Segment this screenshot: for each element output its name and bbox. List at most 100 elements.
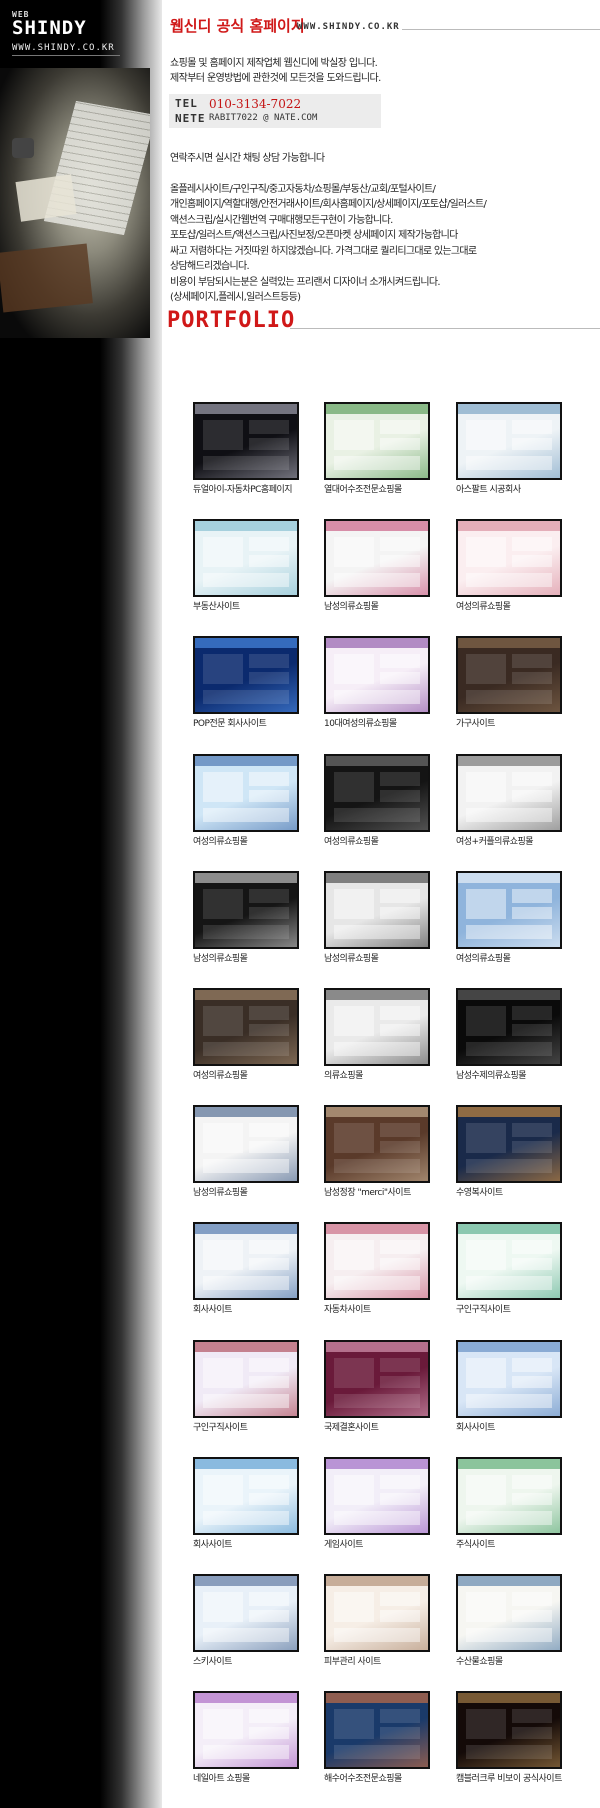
- portfolio-item[interactable]: 남성수제의류쇼핑몰: [456, 988, 562, 1081]
- portfolio-thumbnail[interactable]: [324, 1222, 430, 1300]
- thumb-content-block: [512, 1709, 552, 1723]
- brand-logo-text[interactable]: SHINDY: [12, 17, 87, 39]
- portfolio-item[interactable]: 10대여성의류쇼핑몰: [324, 636, 430, 729]
- portfolio-thumbnail[interactable]: [193, 1457, 299, 1535]
- portfolio-thumbnail[interactable]: [324, 754, 430, 832]
- thumb-header-bar: [326, 990, 428, 1000]
- portfolio-thumbnail[interactable]: [324, 871, 430, 949]
- portfolio-thumbnail[interactable]: [324, 519, 430, 597]
- portfolio-thumbnail[interactable]: [324, 1574, 430, 1652]
- portfolio-item[interactable]: 여성+커플의류쇼핑몰: [456, 754, 562, 847]
- portfolio-caption: 남성의류쇼핑몰: [324, 602, 379, 612]
- portfolio-item[interactable]: 수산물쇼핑몰: [456, 1574, 562, 1667]
- portfolio-item[interactable]: 주식사이트: [456, 1457, 562, 1550]
- portfolio-item[interactable]: POP전문 회사사이트: [193, 636, 299, 729]
- nete-value[interactable]: RABIT7022 @ NATE.COM: [209, 113, 317, 123]
- thumb-content-block: [334, 456, 420, 470]
- portfolio-thumbnail[interactable]: [193, 1105, 299, 1183]
- site-title: 웹신디 공식 홈페이지: [170, 17, 305, 35]
- thumb-header-bar: [458, 1224, 560, 1234]
- portfolio-item[interactable]: 피부관리 사이트: [324, 1574, 430, 1667]
- portfolio-thumbnail[interactable]: [193, 871, 299, 949]
- portfolio-item[interactable]: 자동차사이트: [324, 1222, 430, 1315]
- portfolio-item[interactable]: 여성의류쇼핑몰: [456, 519, 562, 612]
- portfolio-thumbnail[interactable]: [324, 1105, 430, 1183]
- portfolio-item[interactable]: 회사사이트: [193, 1222, 299, 1315]
- portfolio-caption: 여성의류쇼핑몰: [456, 602, 511, 612]
- thumb-content-block: [512, 1258, 552, 1270]
- portfolio-item[interactable]: 듀얼아이-자동차PC홈페이지: [193, 402, 299, 495]
- portfolio-item[interactable]: 스키사이트: [193, 1574, 299, 1667]
- portfolio-thumbnail[interactable]: [193, 988, 299, 1066]
- thumb-content-block: [203, 654, 243, 684]
- portfolio-caption: 남성수제의류쇼핑몰: [456, 1071, 527, 1081]
- portfolio-item[interactable]: 네일아트 쇼핑몰: [193, 1691, 299, 1784]
- portfolio-item[interactable]: 국제결혼사이트: [324, 1340, 430, 1433]
- portfolio-thumbnail[interactable]: [456, 519, 562, 597]
- portfolio-caption: 듀얼아이-자동차PC홈페이지: [193, 485, 293, 495]
- thumb-content-block: [249, 1610, 289, 1622]
- portfolio-thumbnail[interactable]: [193, 402, 299, 480]
- portfolio-thumbnail[interactable]: [456, 1105, 562, 1183]
- portfolio-thumbnail[interactable]: [456, 871, 562, 949]
- portfolio-item[interactable]: 회사사이트: [193, 1457, 299, 1550]
- portfolio-item[interactable]: 캠블러크루 비보이 공식사이트: [456, 1691, 562, 1784]
- portfolio-item[interactable]: 여성의류쇼핑몰: [193, 988, 299, 1081]
- portfolio-thumbnail[interactable]: [193, 519, 299, 597]
- thumb-header-bar: [458, 404, 560, 414]
- portfolio-thumbnail[interactable]: [456, 636, 562, 714]
- portfolio-item[interactable]: 남성의류쇼핑몰: [324, 871, 430, 964]
- thumb-content-block: [334, 1709, 374, 1739]
- portfolio-thumbnail[interactable]: [456, 402, 562, 480]
- portfolio-item[interactable]: 여성의류쇼핑몰: [456, 871, 562, 964]
- thumb-header-bar: [326, 521, 428, 531]
- portfolio-item[interactable]: 아스팔트 시공회사: [456, 402, 562, 495]
- portfolio-item[interactable]: 열대어수조전문쇼핑몰: [324, 402, 430, 495]
- portfolio-thumbnail[interactable]: [324, 636, 430, 714]
- portfolio-thumbnail[interactable]: [193, 1574, 299, 1652]
- portfolio-item[interactable]: 남성정장 "merci"사이트: [324, 1105, 430, 1198]
- portfolio-thumbnail[interactable]: [456, 1457, 562, 1535]
- portfolio-item[interactable]: 구인구직사이트: [193, 1340, 299, 1433]
- thumb-content-block: [334, 420, 374, 450]
- thumb-content-block: [203, 1358, 243, 1388]
- portfolio-thumbnail[interactable]: [324, 988, 430, 1066]
- portfolio-thumbnail[interactable]: [456, 1691, 562, 1769]
- portfolio-item[interactable]: 구인구직사이트: [456, 1222, 562, 1315]
- portfolio-item[interactable]: 부동산사이트: [193, 519, 299, 612]
- portfolio-item[interactable]: 의류쇼핑몰: [324, 988, 430, 1081]
- portfolio-thumbnail[interactable]: [193, 1691, 299, 1769]
- portfolio-item[interactable]: 해수어수조전문쇼핑몰: [324, 1691, 430, 1784]
- portfolio-caption: 의류쇼핑몰: [324, 1071, 363, 1081]
- portfolio-thumbnail[interactable]: [456, 988, 562, 1066]
- portfolio-thumbnail[interactable]: [456, 754, 562, 832]
- thumb-content-block: [466, 925, 552, 939]
- thumb-header-bar: [326, 756, 428, 766]
- tel-value[interactable]: 010-3134-7022: [209, 97, 301, 111]
- portfolio-item[interactable]: 남성의류쇼핑몰: [193, 1105, 299, 1198]
- portfolio-thumbnail[interactable]: [324, 1340, 430, 1418]
- portfolio-item[interactable]: 회사사이트: [456, 1340, 562, 1433]
- portfolio-item[interactable]: 여성의류쇼핑몰: [324, 754, 430, 847]
- portfolio-thumbnail[interactable]: [456, 1574, 562, 1652]
- thumb-content-block: [512, 1123, 552, 1137]
- thumb-content-block: [466, 420, 506, 450]
- portfolio-item[interactable]: 수영복사이트: [456, 1105, 562, 1198]
- portfolio-item[interactable]: 가구사이트: [456, 636, 562, 729]
- portfolio-thumbnail[interactable]: [193, 636, 299, 714]
- portfolio-item[interactable]: 남성의류쇼핑몰: [324, 519, 430, 612]
- portfolio-item[interactable]: 게임사이트: [324, 1457, 430, 1550]
- portfolio-thumbnail[interactable]: [324, 402, 430, 480]
- portfolio-thumbnail[interactable]: [456, 1340, 562, 1418]
- thumb-content-block: [203, 573, 289, 587]
- portfolio-item[interactable]: 여성의류쇼핑몰: [193, 754, 299, 847]
- portfolio-thumbnail[interactable]: [324, 1691, 430, 1769]
- portfolio-thumbnail[interactable]: [324, 1457, 430, 1535]
- portfolio-thumbnail[interactable]: [193, 1340, 299, 1418]
- site-url[interactable]: WWW.SHINDY.CO.KR: [297, 22, 400, 32]
- portfolio-item[interactable]: 남성의류쇼핑몰: [193, 871, 299, 964]
- portfolio-thumbnail[interactable]: [193, 1222, 299, 1300]
- portfolio-thumbnail[interactable]: [193, 754, 299, 832]
- portfolio-thumbnail[interactable]: [456, 1222, 562, 1300]
- briefcase-image: [0, 243, 93, 313]
